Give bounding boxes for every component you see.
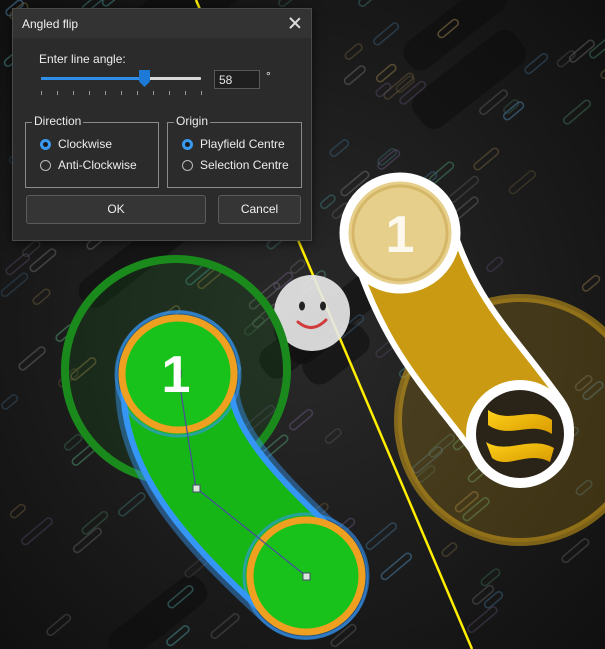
direction-group: Direction Clockwise Anti-Clockwise <box>25 114 159 188</box>
slider-tick <box>201 91 202 95</box>
radio-label: Playfield Centre <box>200 137 285 151</box>
slider-tick <box>57 91 58 95</box>
slider-tick <box>137 91 138 95</box>
radio-selection-centre[interactable]: Selection Centre <box>182 157 289 173</box>
radio-button[interactable] <box>40 159 51 171</box>
slider-tick <box>105 91 106 95</box>
angle-input[interactable] <box>214 70 260 89</box>
radio-button-selected[interactable] <box>40 138 51 150</box>
radio-label: Clockwise <box>58 137 113 151</box>
slider-fill <box>41 77 144 80</box>
angled-flip-dialog: Angled flip Enter line angle: ° Directio… <box>12 8 312 241</box>
degree-symbol: ° <box>266 69 271 83</box>
editor-playfield[interactable]: 1 1 Angled flip Enter line angle: ° Dire… <box>0 0 605 649</box>
slider-tick <box>153 91 154 95</box>
radio-anti-clockwise[interactable]: Anti-Clockwise <box>40 157 137 173</box>
close-icon[interactable] <box>287 15 303 31</box>
dialog-title: Angled flip <box>22 17 79 31</box>
slider-tick <box>185 91 186 95</box>
cancel-button[interactable]: Cancel <box>218 195 301 224</box>
ok-button[interactable]: OK <box>26 195 206 224</box>
angle-label: Enter line angle: <box>39 52 126 66</box>
radio-label: Anti-Clockwise <box>58 158 137 172</box>
dialog-titlebar[interactable]: Angled flip <box>13 9 311 38</box>
selected-combo-number: 1 <box>162 346 191 404</box>
radio-clockwise[interactable]: Clockwise <box>40 136 112 152</box>
radio-playfield-centre[interactable]: Playfield Centre <box>182 136 285 152</box>
slider-tick <box>41 91 42 95</box>
flipped-combo-number: 1 <box>386 206 415 264</box>
slider-thumb[interactable] <box>139 70 150 87</box>
slider-tick <box>169 91 170 95</box>
slider-tick <box>121 91 122 95</box>
origin-group-title: Origin <box>174 114 211 128</box>
radio-label: Selection Centre <box>200 158 289 172</box>
path-control-point[interactable] <box>192 484 201 493</box>
direction-group-title: Direction <box>32 114 84 128</box>
radio-button[interactable] <box>182 159 193 171</box>
origin-group: Origin Playfield Centre Selection Centre <box>167 114 302 188</box>
radio-button-selected[interactable] <box>182 138 193 150</box>
path-control-point[interactable] <box>302 572 311 581</box>
slider-tick <box>73 91 74 95</box>
slider-tick <box>89 91 90 95</box>
angle-slider[interactable] <box>41 69 202 99</box>
